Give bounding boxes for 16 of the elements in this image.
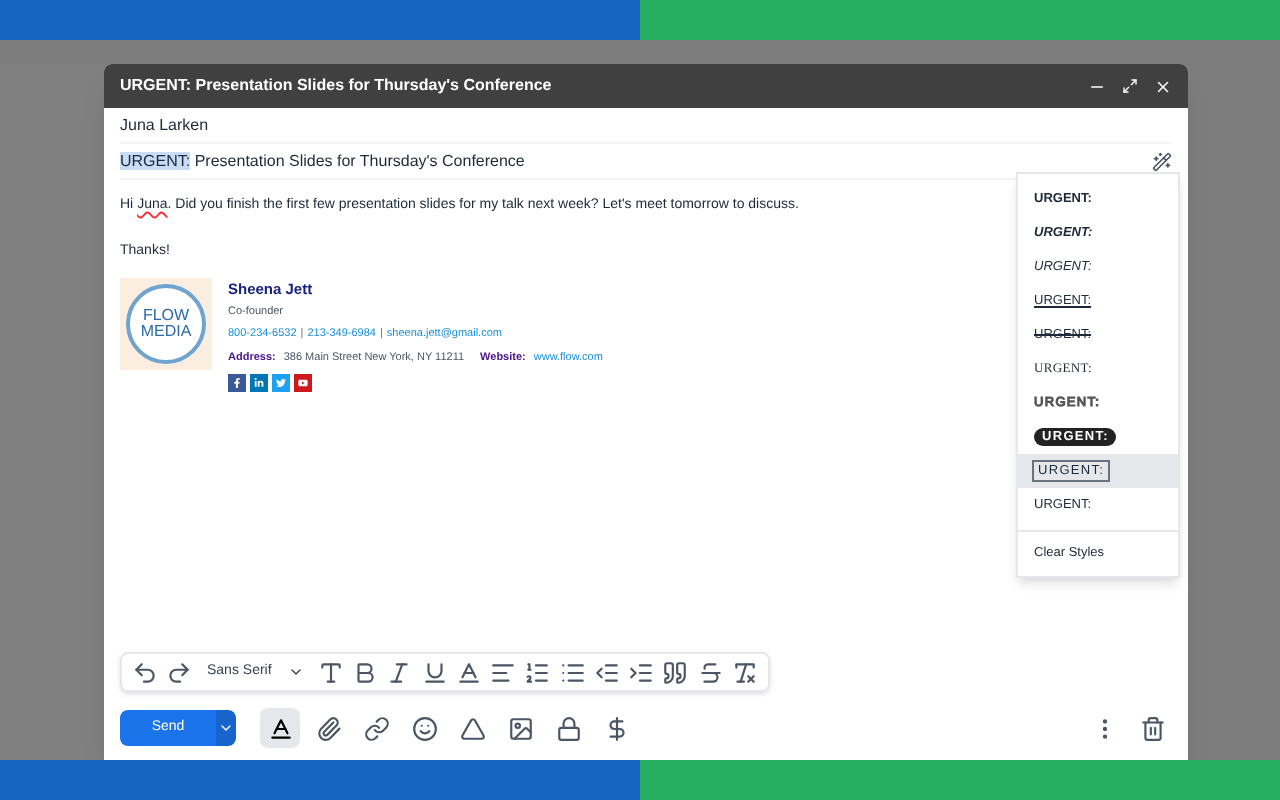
formatting-toggle-icon[interactable]: [260, 708, 300, 748]
close-icon[interactable]: [1154, 77, 1172, 95]
logo-text: MEDIA: [140, 324, 192, 340]
logo-text: FLOW: [142, 308, 190, 324]
linkedin-icon[interactable]: [250, 374, 268, 392]
window-title: URGENT: Presentation Slides for Thursday's Conference: [120, 74, 554, 98]
youtube-icon[interactable]: [294, 374, 312, 392]
caret-icon: [287, 664, 304, 680]
maximize-icon[interactable]: [1122, 78, 1138, 94]
magic-wand-icon[interactable]: [1152, 151, 1172, 171]
recipient-field[interactable]: Juna Larken: [120, 113, 209, 137]
caret-icon: [218, 720, 234, 736]
facebook-icon[interactable]: [228, 374, 246, 392]
twitter-icon[interactable]: [272, 374, 290, 392]
subject-field[interactable]: URGENT: Presentation Slides for Thursday's Conference: [120, 149, 1152, 173]
send-options-button[interactable]: [216, 710, 236, 746]
